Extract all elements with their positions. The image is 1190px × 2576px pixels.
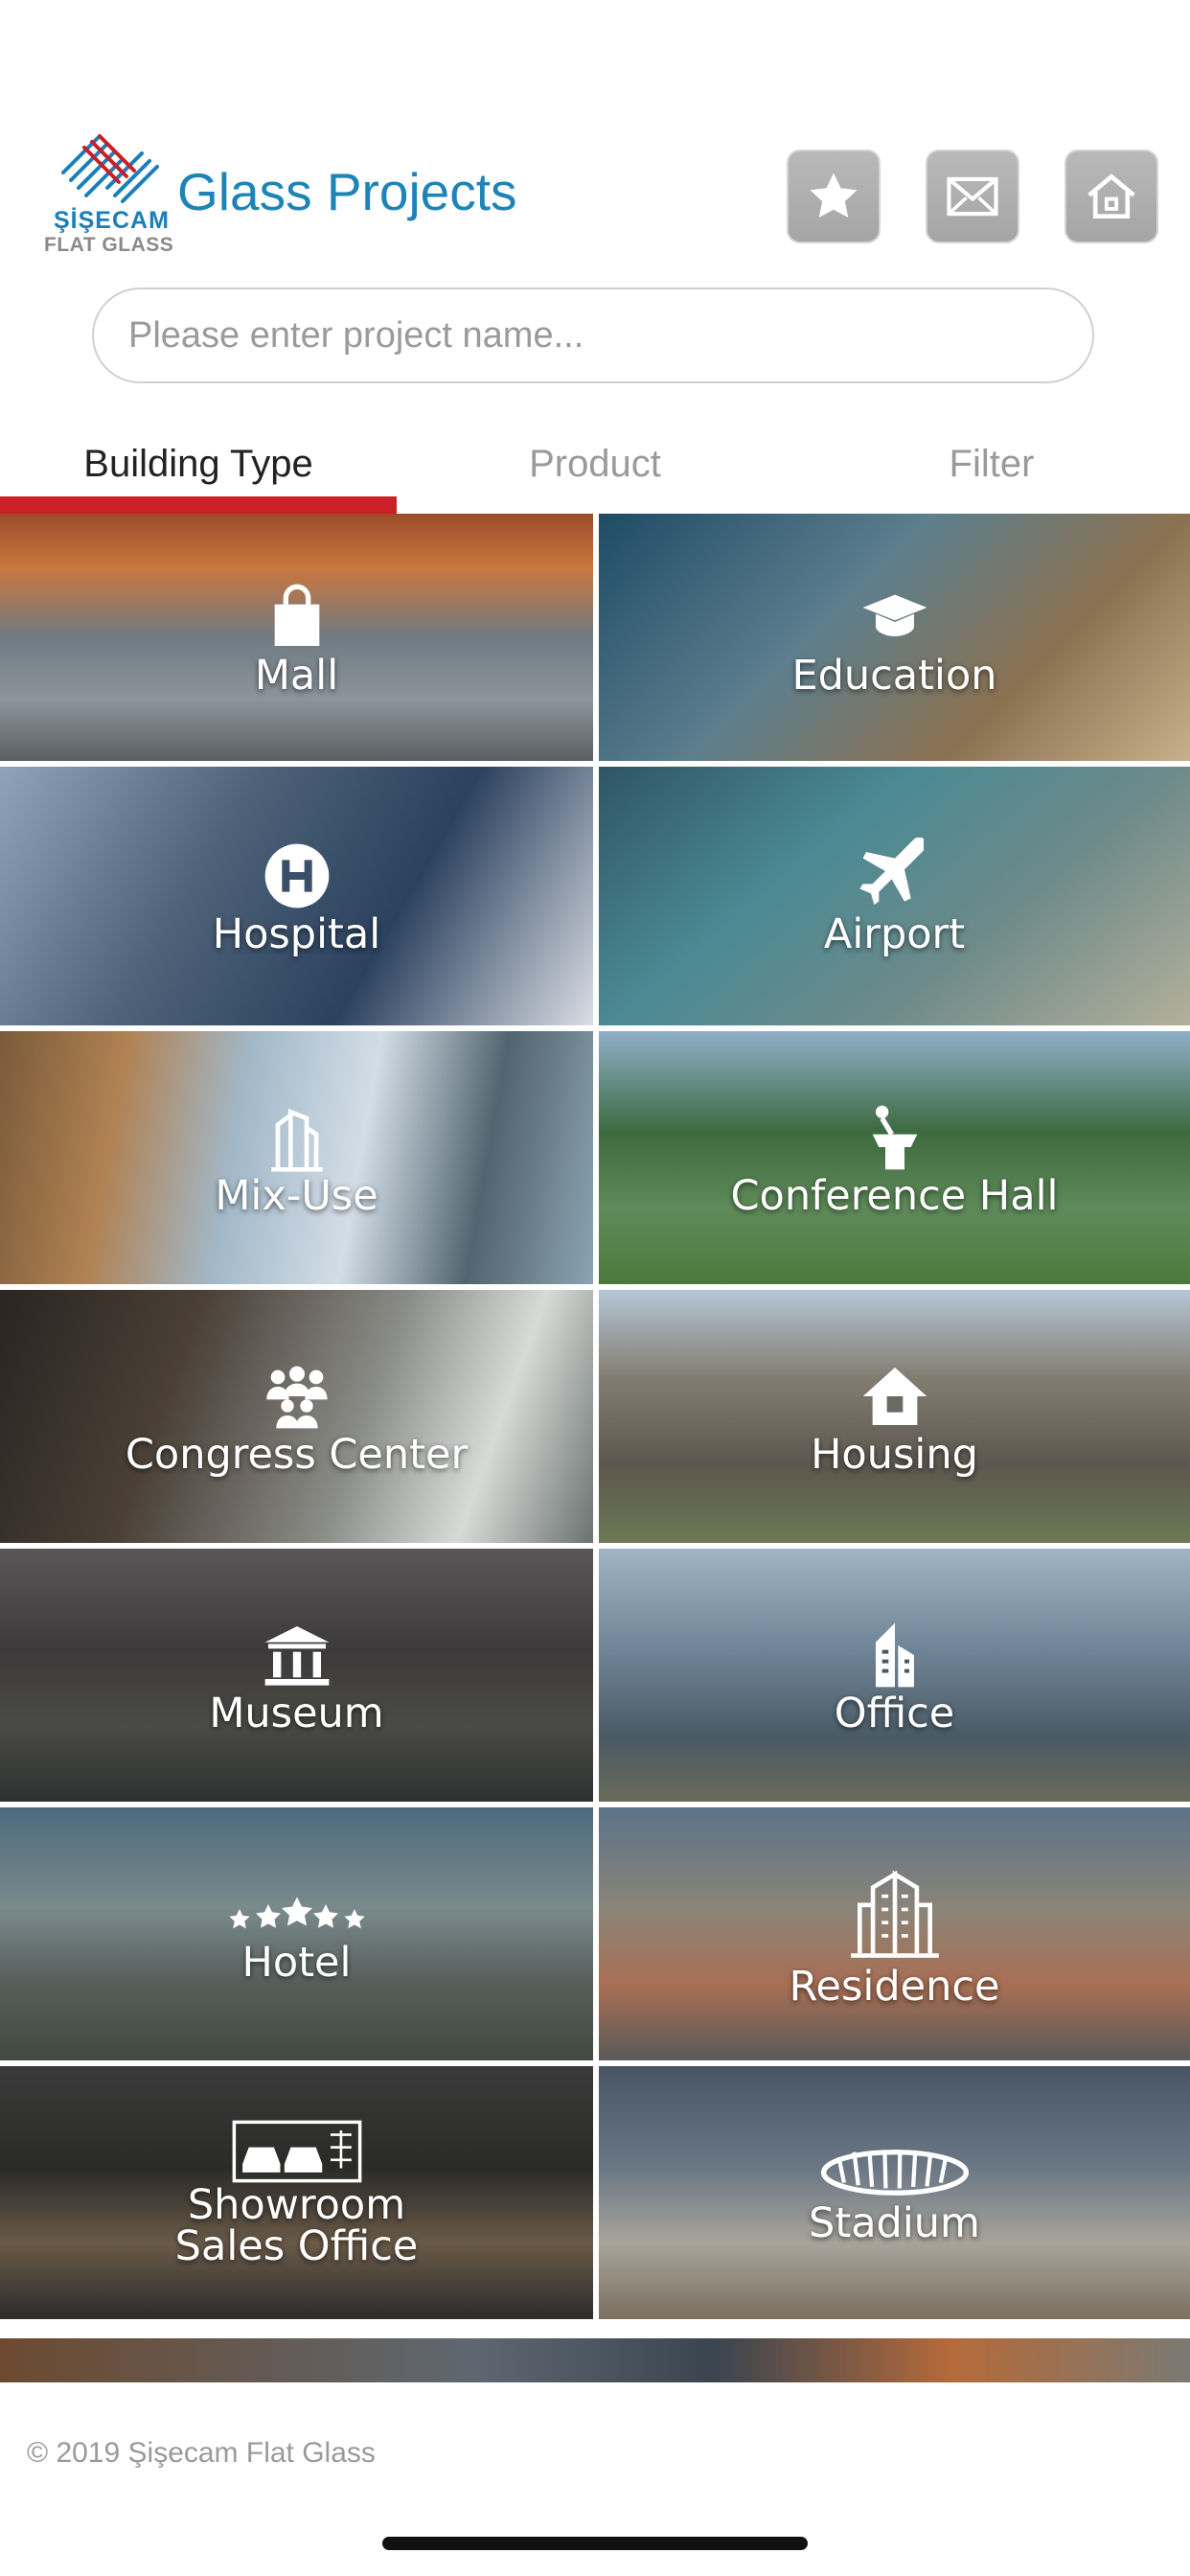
tile-housing[interactable]: Housing xyxy=(599,1290,1190,1543)
tile-label: Mix-Use xyxy=(215,1171,378,1220)
logo-brand-text: ŞİŞECAM xyxy=(54,207,170,234)
tile-conference-hall[interactable]: Conference Hall xyxy=(599,1031,1190,1284)
people-icon xyxy=(265,1366,328,1428)
logo-lines-icon xyxy=(61,134,159,203)
tile-label: Office xyxy=(834,1689,955,1737)
home-indicator[interactable] xyxy=(382,2537,808,2550)
tile-label: Hotel xyxy=(241,1938,352,1987)
tile-office[interactable]: Office xyxy=(599,1549,1190,1802)
tile-label: Stadium xyxy=(809,2198,980,2247)
airplane-icon xyxy=(858,837,924,905)
stars-icon xyxy=(228,1897,365,1928)
tab-building-type[interactable]: Building Type xyxy=(0,414,397,514)
cars-icon xyxy=(232,2120,361,2183)
tile-showroom-sales-office[interactable]: Showroom Sales Office xyxy=(0,2066,593,2319)
mail-icon xyxy=(947,176,998,217)
star-icon xyxy=(810,172,858,218)
tile-label: Housing xyxy=(811,1430,978,1479)
tile-label: Museum xyxy=(209,1689,384,1737)
tab-filter[interactable]: Filter xyxy=(793,414,1190,514)
tile-mix-use[interactable]: Mix-Use xyxy=(0,1031,593,1284)
tile-education[interactable]: Education xyxy=(599,514,1190,761)
tile-stadium[interactable]: Stadium xyxy=(599,2066,1190,2319)
logo-sub-text: FLAT GLASS xyxy=(44,234,174,256)
tile-label: Airport xyxy=(823,909,966,958)
copyright-text: © 2019 Şişecam Flat Glass xyxy=(27,2437,376,2469)
museum-icon xyxy=(264,1625,329,1686)
favorites-button[interactable] xyxy=(787,150,881,243)
category-tabs: Building Type Product Filter xyxy=(0,414,1190,514)
page-title: Glass Projects xyxy=(177,162,517,221)
tile-hospital[interactable]: Hospital xyxy=(0,767,593,1025)
tile-label: Conference Hall xyxy=(730,1171,1059,1220)
hospital-h-icon xyxy=(264,843,329,908)
tile-label: Showroom Sales Office xyxy=(174,2181,419,2270)
tab-product[interactable]: Product xyxy=(397,414,793,514)
shopping-bag-icon xyxy=(274,584,319,646)
tile-residence[interactable]: Residence xyxy=(599,1807,1190,2060)
tile-airport[interactable]: Airport xyxy=(599,767,1190,1025)
tower-icon xyxy=(270,1108,323,1172)
tile-label: Congress Center xyxy=(125,1430,469,1479)
home-icon xyxy=(1087,173,1135,218)
mail-button[interactable] xyxy=(926,150,1019,243)
graduation-cap-icon xyxy=(862,594,927,636)
tile-hotel[interactable]: Hotel xyxy=(0,1807,593,2060)
tile-label: Education xyxy=(791,651,997,700)
tile-congress-center[interactable]: Congress Center xyxy=(0,1290,593,1543)
tile-mall[interactable]: Mall xyxy=(0,514,593,761)
tile-museum[interactable]: Museum xyxy=(0,1549,593,1802)
stadium-icon xyxy=(820,2149,969,2196)
home-button[interactable] xyxy=(1064,150,1158,243)
residence-towers-icon xyxy=(850,1870,939,1958)
house-icon xyxy=(862,1367,927,1425)
tile-label: Hospital xyxy=(212,909,381,958)
app-header: ŞİŞECAM FLAT GLASS Glass Projects xyxy=(0,0,1190,288)
tile-label: Mall xyxy=(254,651,339,700)
sisecam-logo: ŞİŞECAM FLAT GLASS xyxy=(42,132,176,263)
project-search-input[interactable] xyxy=(92,288,1094,383)
tile-label: Residence xyxy=(789,1962,1000,2011)
office-building-icon xyxy=(875,1622,914,1687)
partially-visible-tile-row[interactable] xyxy=(0,2338,1190,2382)
lectern-icon xyxy=(872,1105,917,1169)
